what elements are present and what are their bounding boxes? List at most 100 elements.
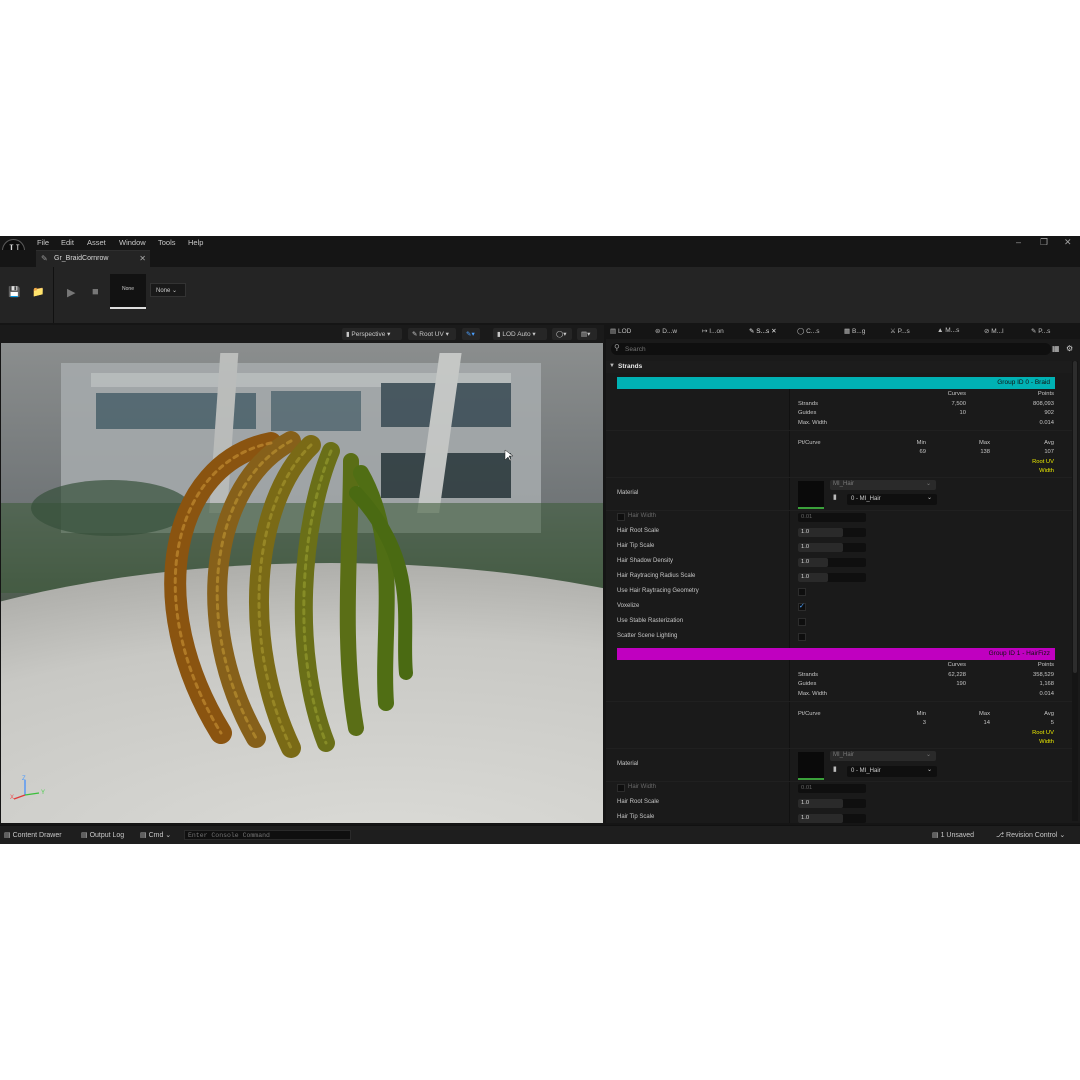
layout-button[interactable]: ▤▾ [577, 328, 597, 340]
avg-header: Avg [1044, 711, 1054, 717]
max-value: 138 [980, 449, 990, 455]
close-window-icon[interactable]: ✕ [1064, 237, 1072, 248]
tab-properties[interactable]: ✎ P...s [1031, 327, 1050, 335]
strands-curves: 7,500 [951, 401, 966, 407]
hair-root-scale-value: 1.0 [801, 529, 810, 535]
chevron-down-icon: ⌄ [926, 767, 932, 773]
hair-width-field[interactable]: 0.01 [798, 513, 866, 522]
cmd-label: Cmd [148, 832, 164, 839]
hair-width-label: Hair Width [628, 513, 657, 519]
tree [31, 480, 191, 536]
settings-gear-icon[interactable]: ⚙ [1066, 344, 1073, 353]
search-input[interactable] [625, 344, 1025, 354]
hair-root-scale-field[interactable]: 1.0 [798, 528, 866, 537]
strands-label: Strands [798, 672, 818, 678]
scatter-scene-lighting-checkbox[interactable] [798, 633, 806, 641]
tab-material-label: M...l [991, 328, 1004, 335]
document-tab[interactable]: ✎ Gr_BraidCornrow ✕ [36, 250, 150, 268]
menu-asset[interactable]: Asset [87, 238, 106, 247]
maximize-icon[interactable]: ❐ [1040, 237, 1048, 248]
lod-button[interactable]: ▮ LOD Auto ▾ [493, 328, 547, 340]
hair-width-override-checkbox[interactable] [617, 784, 625, 792]
menu-edit[interactable]: Edit [61, 238, 74, 247]
animation-dropdown[interactable]: None ⌄ [150, 283, 186, 297]
hair-tip-scale-field[interactable]: 1.0 [798, 814, 866, 823]
group-1-banner: Group ID 1 - HairFizz [617, 648, 1055, 660]
guides-points: 902 [1044, 410, 1054, 416]
material-slot-dropdown[interactable]: 0 - MI_Hair ⌄ [847, 494, 937, 505]
strands-label: Strands [798, 401, 818, 407]
tab-lod[interactable]: ▤ LOD [610, 327, 631, 335]
menu-window[interactable]: Window [119, 238, 146, 247]
tab-strands[interactable]: ✎ S...s ✕ [749, 327, 777, 335]
tab-meshes[interactable]: ▲ M...s [937, 327, 959, 334]
console-command-input[interactable] [188, 831, 348, 839]
show-flags-button[interactable]: ✎▾ [462, 328, 480, 340]
use-stable-rasterization-checkbox[interactable] [798, 618, 806, 626]
output-log-button[interactable]: ▤ Output Log [81, 831, 124, 839]
hair-tip-scale-field[interactable]: 1.0 [798, 543, 866, 552]
width-attribute: Width [1039, 468, 1054, 474]
view-mode-button[interactable]: ✎ Root UV ▾ [408, 328, 456, 340]
voxelize-checkbox[interactable] [798, 602, 806, 611]
tab-draw[interactable]: ⊜ D...w [655, 327, 677, 335]
tab-cards[interactable]: ◯ C...s [797, 327, 819, 335]
details-tabs: ▤ LOD ⊜ D...w ↦ I...on ✎ S...s ✕ ◯ C...s… [606, 325, 1080, 339]
search-icon: ⚲ [614, 343, 620, 352]
material-asset-dropdown[interactable]: MI_Hair ⌄ [830, 480, 936, 490]
toolbar: 💾 📁 ▶ ■ None None ⌄ [0, 267, 1080, 323]
hair-raytracing-radius-value: 1.0 [801, 574, 810, 580]
hair-width-override-checkbox[interactable] [617, 513, 625, 521]
column-divider[interactable] [789, 377, 790, 823]
tab-meshes-label: M...s [945, 327, 960, 334]
material-thumbnail[interactable] [798, 481, 824, 509]
tab-interpolation[interactable]: ↦ I...on [702, 327, 724, 335]
hair-shadow-density-field[interactable]: 1.0 [798, 558, 866, 567]
cmd-dropdown[interactable]: ▤ Cmd ⌄ [140, 831, 171, 839]
preview-viewport[interactable]: Z Y X [1, 343, 603, 823]
minimize-icon[interactable]: – [1016, 237, 1021, 247]
details-search[interactable]: ⚲ [611, 343, 1051, 355]
menu-help[interactable]: Help [188, 238, 203, 247]
save-icon[interactable]: 💾 [8, 287, 20, 298]
tab-material[interactable]: ⊘ M...l [984, 327, 1004, 335]
width-attribute: Width [1039, 739, 1054, 745]
root-uv-attribute: Root UV [1032, 459, 1054, 465]
hair-raytracing-radius-field[interactable]: 1.0 [798, 573, 866, 582]
tab-binding[interactable]: ▦ B...g [844, 327, 865, 335]
browse-asset-icon[interactable]: 📁 [32, 287, 44, 298]
material-asset-dropdown[interactable]: MI_Hair ⌄ [830, 751, 936, 761]
hair-width-field[interactable]: 0.01 [798, 784, 866, 793]
revision-control-button[interactable]: ⎇ Revision Control ⌄ [996, 831, 1065, 839]
min-value: 3 [922, 720, 926, 726]
category-strands[interactable]: ▼ Strands [606, 361, 1072, 373]
min-value: 69 [919, 449, 926, 455]
animation-thumbnail[interactable]: None [110, 274, 146, 309]
material-asset-value: MI_Hair [833, 481, 855, 487]
pt-curve-label: Pt/Curve [798, 711, 821, 717]
stop-icon[interactable]: ■ [92, 286, 99, 298]
unsaved-button[interactable]: ▤ 1 Unsaved [932, 831, 974, 839]
perspective-button[interactable]: ▮ Perspective ▾ [342, 328, 402, 340]
max-header: Max [979, 711, 990, 717]
realtime-button[interactable]: ◯▾ [552, 328, 572, 340]
use-raytracing-geometry-checkbox[interactable] [798, 588, 806, 596]
material-browse-icon[interactable]: ▮ [833, 765, 837, 773]
max-value: 14 [983, 720, 990, 726]
content-drawer-button[interactable]: ▤ Content Drawer [4, 831, 62, 839]
row-divider [606, 430, 1072, 431]
material-thumbnail[interactable] [798, 752, 824, 780]
tab-physics[interactable]: ⚔ P...s [890, 327, 910, 335]
menu-tools[interactable]: Tools [158, 238, 176, 247]
hair-root-scale-field[interactable]: 1.0 [798, 799, 866, 808]
tab-interpolation-label: I...on [709, 328, 724, 335]
scrollbar-thumb[interactable] [1073, 361, 1077, 673]
menu-file[interactable]: File [37, 238, 49, 247]
details-scrollbar[interactable] [1072, 361, 1078, 821]
play-icon[interactable]: ▶ [67, 286, 75, 299]
material-slot-dropdown[interactable]: 0 - MI_Hair ⌄ [847, 766, 937, 777]
close-tab-icon[interactable]: ✕ [139, 254, 146, 263]
console-command-field[interactable] [184, 830, 351, 840]
grid-view-icon[interactable]: ▦ [1052, 344, 1060, 353]
material-browse-icon[interactable]: ▮ [833, 493, 837, 501]
